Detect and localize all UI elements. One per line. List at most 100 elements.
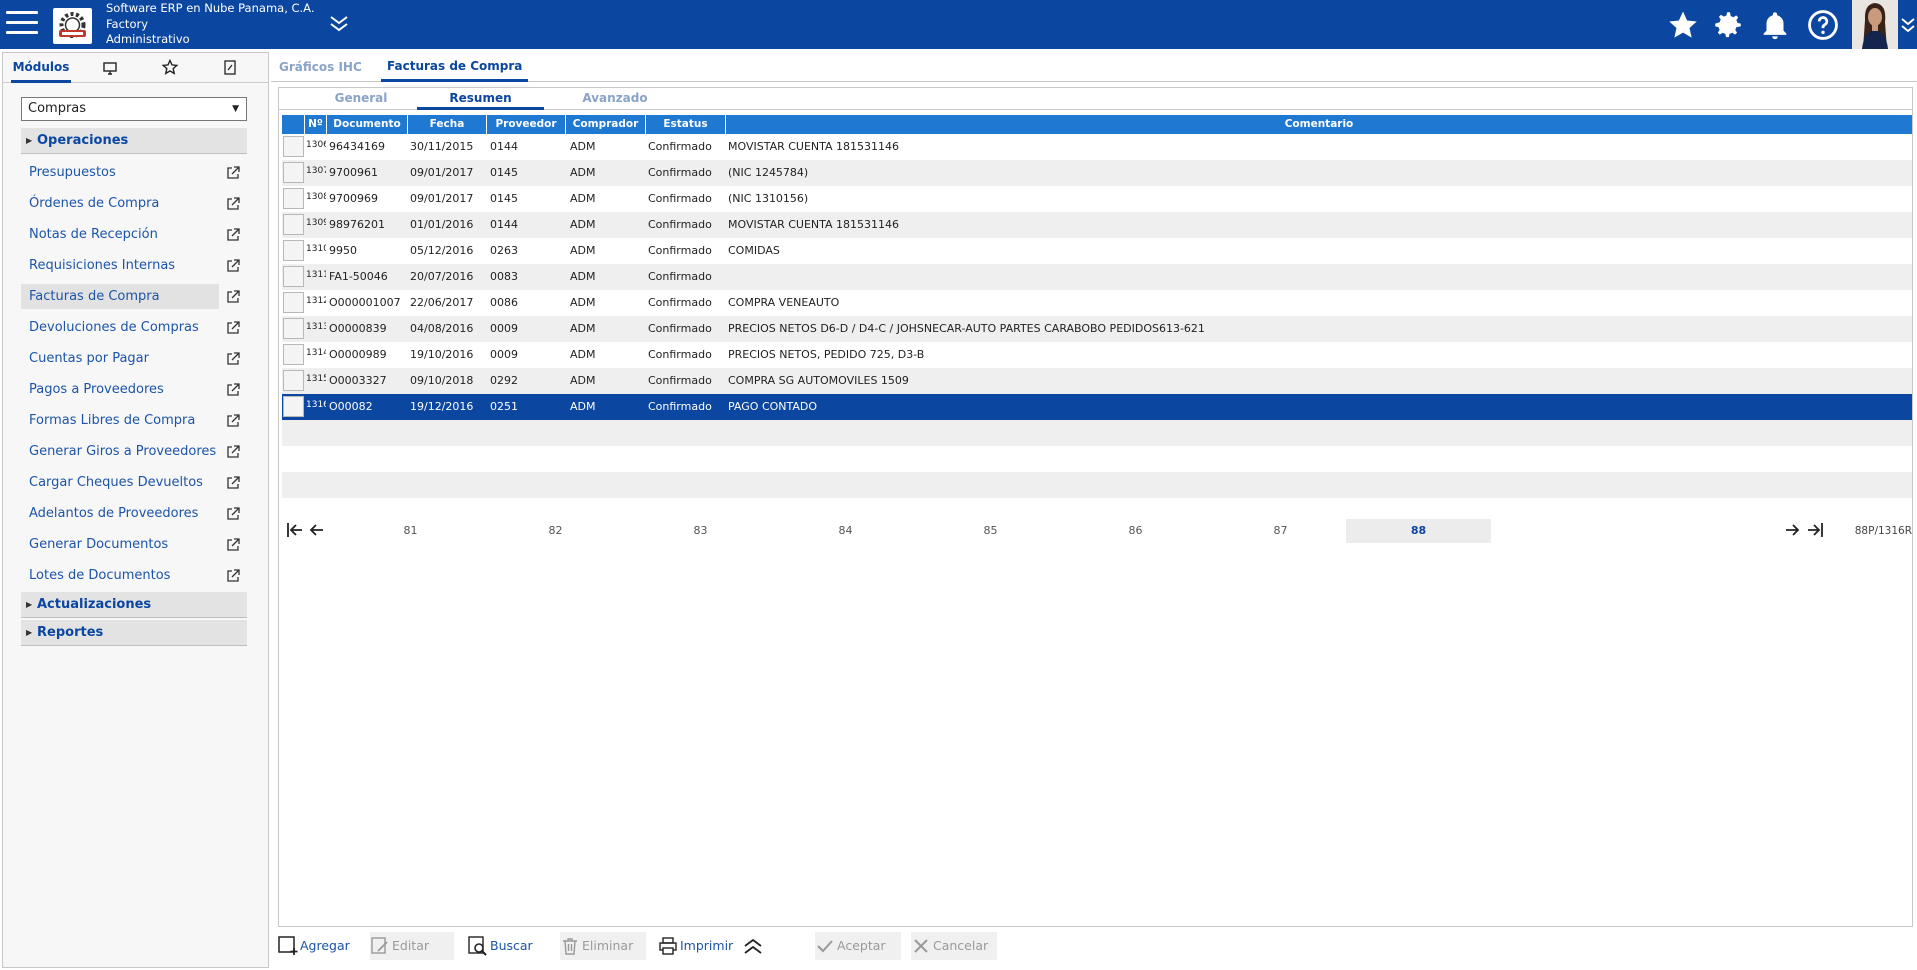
column-header-numero[interactable]: Nº (305, 115, 327, 134)
table-row[interactable]: 13109950 05/12/2016 0263 ADM Confirmado COMID… (282, 238, 1912, 264)
buscar-button[interactable]: Buscar (468, 932, 548, 960)
row-checkbox[interactable] (283, 396, 304, 417)
editar-button[interactable]: Editar (370, 932, 454, 960)
first-page-icon[interactable] (286, 522, 304, 541)
table-row[interactable]: 1311FA1-50046 20/07/2016 0083 ADM Confirmado (282, 264, 1912, 290)
sidebar-item-devoluciones[interactable]: Devoluciones de Compras (21, 315, 219, 340)
column-header-comprador[interactable]: Comprador (566, 115, 646, 134)
external-link-icon[interactable] (226, 166, 240, 180)
row-checkbox[interactable] (283, 318, 304, 339)
tab-modulos[interactable]: Módulos (11, 53, 71, 83)
row-checkbox[interactable] (283, 370, 304, 391)
tab-avanzado[interactable]: Avanzado (555, 88, 675, 110)
column-header-estatus[interactable]: Estatus (646, 115, 726, 134)
note-icon[interactable] (215, 53, 245, 83)
external-link-icon[interactable] (226, 538, 240, 552)
table-row[interactable]: 1312O000001007 22/06/2017 0086 ADM Confirmad… (282, 290, 1912, 316)
row-checkbox[interactable] (283, 292, 304, 313)
section-reportes[interactable]: ▶ Reportes (21, 620, 247, 646)
user-avatar[interactable] (1852, 0, 1898, 49)
sidebar-item-facturas-compra[interactable]: Facturas de Compra (21, 284, 219, 309)
row-checkbox[interactable] (283, 136, 304, 157)
page-84[interactable]: 84 (773, 519, 918, 543)
table-row[interactable]: 13089700969 09/01/2017 0145 ADM Confirmado (N… (282, 186, 1912, 212)
page-86[interactable]: 86 (1063, 519, 1208, 543)
page-82[interactable]: 82 (483, 519, 628, 543)
column-header-documento[interactable]: Documento (327, 115, 408, 134)
external-link-icon[interactable] (226, 445, 240, 459)
help-icon[interactable] (1806, 8, 1840, 42)
column-header-select[interactable] (282, 115, 305, 134)
last-page-icon[interactable] (1806, 522, 1824, 541)
star-outline-icon[interactable] (155, 53, 185, 83)
sidebar-item-lotes-documentos[interactable]: Lotes de Documentos (21, 563, 219, 588)
external-link-icon[interactable] (226, 569, 240, 583)
external-link-icon[interactable] (226, 476, 240, 490)
row-checkbox[interactable] (283, 240, 304, 261)
external-link-icon[interactable] (226, 352, 240, 366)
table-row[interactable]: 1315O0003327 09/10/2018 0292 ADM Confirmado C… (282, 368, 1912, 394)
sidebar-item-requisiciones[interactable]: Requisiciones Internas (21, 253, 219, 278)
tab-facturas-compra[interactable]: Facturas de Compra (381, 52, 529, 82)
page-83[interactable]: 83 (628, 519, 773, 543)
row-checkbox[interactable] (283, 188, 304, 209)
external-link-icon[interactable] (226, 507, 240, 521)
row-checkbox[interactable] (283, 266, 304, 287)
external-link-icon[interactable] (226, 383, 240, 397)
gear-icon[interactable] (1711, 8, 1745, 42)
star-icon[interactable] (1666, 8, 1700, 42)
row-checkbox[interactable] (283, 162, 304, 183)
external-link-icon[interactable] (226, 414, 240, 428)
prev-page-icon[interactable] (308, 522, 324, 541)
section-actualizaciones[interactable]: ▶ Actualizaciones (21, 592, 247, 618)
column-header-comentario[interactable]: Comentario (726, 115, 1912, 134)
table-row[interactable]: 130998976201 01/01/2016 0144 ADM Confirmado M… (282, 212, 1912, 238)
agregar-button[interactable]: Agregar (278, 932, 352, 960)
eliminar-button[interactable]: Eliminar (560, 932, 646, 960)
row-checkbox[interactable] (283, 344, 304, 365)
tab-resumen[interactable]: Resumen (417, 88, 544, 110)
table-row[interactable]: 1313O0000839 04/08/2016 0009 ADM Confirmado P… (282, 316, 1912, 342)
page-85[interactable]: 85 (918, 519, 1063, 543)
tab-general[interactable]: General (301, 88, 421, 110)
table-row[interactable]: 13079700961 09/01/2017 0145 ADM Confirmado (N… (282, 160, 1912, 186)
column-header-proveedor[interactable]: Proveedor (487, 115, 566, 134)
external-link-icon[interactable] (226, 197, 240, 211)
cancelar-button[interactable]: Cancelar (911, 932, 997, 960)
external-link-icon[interactable] (226, 259, 240, 273)
imprimir-button[interactable]: Imprimir (658, 932, 736, 960)
column-header-fecha[interactable]: Fecha (408, 115, 487, 134)
sidebar-item-adelantos[interactable]: Adelantos de Proveedores (21, 501, 219, 526)
table-row[interactable]: 1316O00082 19/12/2016 0251 ADM Confirmado PAG… (282, 394, 1912, 420)
sidebar-item-notas-recepcion[interactable]: Notas de Recepción (21, 222, 219, 247)
tab-graficos-ihc[interactable]: Gráficos IHC (279, 52, 362, 82)
table-row[interactable]: 130696434169 30/11/2015 0144 ADM Confirmado M… (282, 134, 1912, 160)
section-operaciones[interactable]: ▶ Operaciones (21, 128, 247, 154)
page-81[interactable]: 81 (338, 519, 483, 543)
external-link-icon[interactable] (226, 290, 240, 304)
external-link-icon[interactable] (226, 228, 240, 242)
section-label: Actualizaciones (37, 597, 152, 612)
hamburger-menu-icon[interactable] (6, 11, 38, 39)
external-link-icon[interactable] (226, 321, 240, 335)
row-checkbox[interactable] (283, 214, 304, 235)
sidebar-item-pagos-proveedores[interactable]: Pagos a Proveedores (21, 377, 219, 402)
double-chevron-down-icon[interactable] (1900, 16, 1916, 39)
sidebar-item-generar-documentos[interactable]: Generar Documentos (21, 532, 219, 557)
sidebar-item-generar-giros[interactable]: Generar Giros a Proveedores (21, 439, 219, 464)
module-select[interactable]: Compras ▼ (21, 97, 247, 121)
aceptar-button[interactable]: Aceptar (815, 932, 901, 960)
desktop-icon[interactable] (95, 53, 125, 83)
sidebar-item-cuentas-pagar[interactable]: Cuentas por Pagar (21, 346, 219, 371)
page-88-current[interactable]: 88 (1346, 519, 1491, 543)
double-chevron-down-icon[interactable] (328, 14, 350, 37)
next-page-icon[interactable] (1785, 522, 1801, 541)
sidebar-item-cargar-cheques[interactable]: Cargar Cheques Devueltos (21, 470, 219, 495)
bell-icon[interactable] (1758, 8, 1792, 42)
page-87[interactable]: 87 (1208, 519, 1353, 543)
sidebar-item-ordenes-compra[interactable]: Órdenes de Compra (21, 191, 219, 216)
sidebar-item-presupuestos[interactable]: Presupuestos (21, 160, 219, 185)
sidebar-item-formas-libres[interactable]: Formas Libres de Compra (21, 408, 219, 433)
double-chevron-up-icon[interactable] (743, 932, 765, 960)
table-row[interactable]: 1314O0000989 19/10/2016 0009 ADM Confirmado P… (282, 342, 1912, 368)
